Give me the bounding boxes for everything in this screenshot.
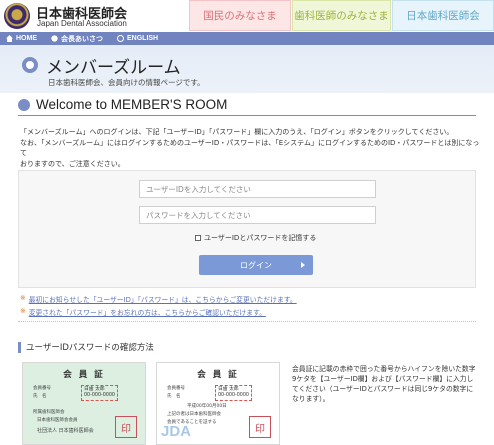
card-label-number: 会員番号	[33, 386, 51, 391]
nav-english-label: ENGLISH	[127, 35, 159, 42]
login-button-label: ログイン	[240, 260, 272, 270]
page-title-band: メンバーズルーム 日本歯科医師会、会員向けの情報ページです。	[0, 45, 494, 93]
association-emblem-icon	[4, 3, 30, 29]
remember-me[interactable]: ユーザーIDとパスワードを記憶する	[195, 233, 316, 243]
card-id-highlight: 日歯 太郎 00-000-0000	[215, 385, 252, 401]
tab-dentists[interactable]: 歯科医師のみなさま	[292, 0, 391, 31]
member-card-sample-2: 会 員 証 会員番号 氏 名 日歯 太郎 00-000-0000 平成00年00…	[156, 362, 280, 445]
intro-text: 「メンバーズルーム」へのログインは、下記「ユーザーID」「パスワード」欄に入力の…	[20, 127, 480, 169]
card-label-number: 会員番号	[167, 386, 185, 391]
globe-icon	[117, 35, 124, 42]
ring-icon	[22, 57, 38, 73]
intro-line-1: 「メンバーズルーム」へのログインは、下記「ユーザーID」「パスワード」欄に入力の…	[20, 128, 454, 136]
note-forgot-password: ※ 変更された「パスワード」をお忘れの方は、こちらからご確認いただけます。	[20, 307, 266, 317]
card-line-a: 所属歯科医師会	[33, 410, 65, 415]
jda-logo: JDA	[161, 423, 192, 440]
tab-public[interactable]: 国民のみなさま	[189, 0, 291, 31]
card-line-a: 平成00年00月00日	[187, 404, 227, 409]
card-line-b: 上記の者は日本歯科医師会	[167, 412, 221, 417]
heading-bar-icon	[18, 341, 21, 353]
seal-stamp-icon: 印	[249, 416, 271, 438]
member-card-sample-1: 会 員 証 会員番号 氏 名 日歯 太郎 00-000-0000 所属歯科医師会…	[22, 362, 146, 445]
site-header: 日本歯科医師会 Japan Dental Association 国民のみなさま…	[0, 0, 494, 32]
login-button[interactable]: ログイン	[199, 255, 313, 275]
card-id-value: 00-000-0000	[218, 393, 249, 398]
card-label-name: 氏 名	[33, 394, 47, 399]
nav-home[interactable]: HOME	[6, 35, 37, 42]
welcome-text: Welcome to MEMBER'S ROOM	[36, 97, 228, 112]
page-title: メンバーズルーム	[46, 58, 181, 78]
card-label-name: 氏 名	[167, 394, 181, 399]
intro-line-2: なお、「メンバーズルーム」にはログインするためのユーザーID・パスワードは、「E…	[20, 138, 480, 158]
password-input[interactable]	[139, 206, 376, 224]
user-id-input[interactable]	[139, 180, 376, 198]
forgot-password-link[interactable]: 変更された「パスワード」をお忘れの方は、こちらからご確認いただけます。	[29, 307, 266, 317]
change-credentials-link[interactable]: 最初にお知らせした「ユーザーID」「パスワード」は、こちらからご変更いただけます…	[29, 294, 297, 304]
section-heading: ユーザーIDパスワードの確認方法	[18, 341, 154, 353]
welcome-heading: Welcome to MEMBER'S ROOM	[18, 97, 227, 112]
card-id-value: 00-000-0000	[84, 393, 115, 398]
remember-label: ユーザーIDとパスワードを記憶する	[204, 234, 317, 242]
tab-association[interactable]: 日本歯科医師会	[392, 0, 494, 31]
card-title: 会 員 証	[197, 370, 239, 380]
nav-home-label: HOME	[16, 35, 37, 42]
card-title: 会 員 証	[63, 370, 105, 380]
nav-greeting-label: 会長あいさつ	[61, 35, 103, 43]
card-line-b: 日本歯科医師会会員	[37, 418, 78, 423]
seal-stamp-icon: 印	[115, 416, 137, 438]
section-heading-text: ユーザーIDパスワードの確認方法	[26, 343, 154, 353]
credential-instructions: 会員証に記載の赤枠で囲った番号からハイフンを除いた数字9ケタを【ユーザーID欄】…	[292, 365, 476, 403]
person-icon	[51, 35, 58, 42]
page-subtitle: 日本歯科医師会、会員向けの情報ページです。	[48, 78, 205, 87]
note-mark: ※	[20, 294, 26, 302]
site-logo[interactable]: 日本歯科医師会 Japan Dental Association	[4, 2, 184, 30]
remember-checkbox[interactable]	[195, 235, 201, 241]
global-nav: HOME 会長あいさつ ENGLISH	[0, 32, 494, 45]
note-mark: ※	[20, 307, 26, 315]
card-line-c: 社団法人 日本歯科医師会	[37, 428, 94, 434]
arrow-right-icon	[301, 262, 305, 268]
nav-greeting[interactable]: 会長あいさつ	[51, 34, 103, 44]
bullet-dot-icon	[18, 98, 30, 111]
home-icon	[6, 35, 13, 42]
note-change-credentials: ※ 最初にお知らせした「ユーザーID」「パスワード」は、こちらからご変更いただけ…	[20, 294, 297, 304]
card-id-highlight: 日歯 太郎 00-000-0000	[81, 385, 118, 401]
nav-english[interactable]: ENGLISH	[117, 35, 158, 42]
heading-divider	[18, 115, 476, 116]
intro-line-3: おりますので、ご注意ください。	[20, 159, 125, 168]
dotted-divider	[18, 321, 476, 322]
logo-english-name: Japan Dental Association	[37, 19, 127, 28]
login-form: ユーザーIDとパスワードを記憶する ログイン	[18, 170, 476, 288]
